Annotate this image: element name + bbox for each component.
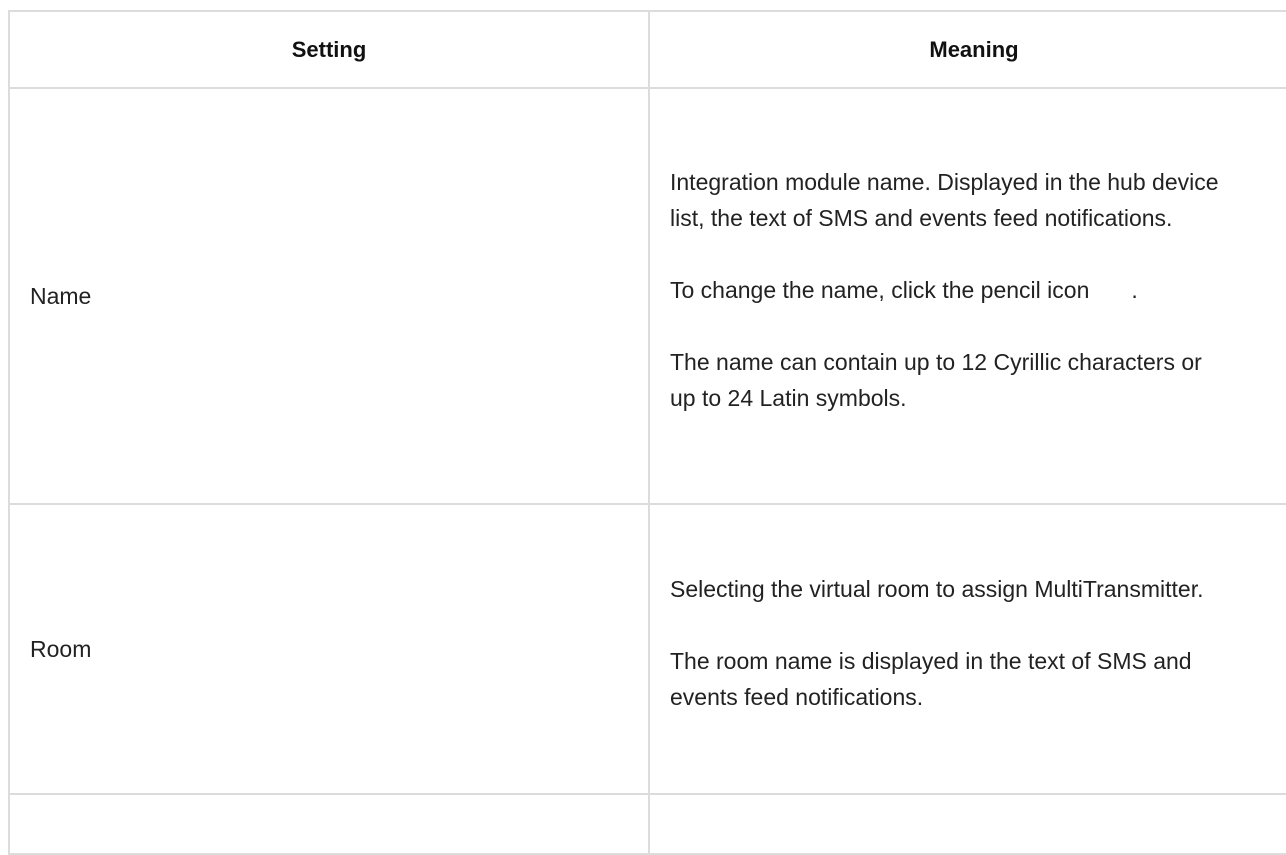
meaning-period: . <box>1131 277 1138 303</box>
meaning-text: To change the name, click the pencil ico… <box>670 277 1090 303</box>
pencil-icon <box>1089 282 1131 302</box>
meaning-paragraph: The room name is displayed in the text o… <box>670 648 1192 710</box>
meaning-paragraph: The name can contain up to 12 Cyrillic c… <box>670 349 1202 411</box>
table-row: Room Selecting the virtual room to assig… <box>8 503 1286 795</box>
meaning-paragraph: To change the name, click the pencil ico… <box>670 272 1230 308</box>
settings-table-container: Setting Meaning Name Integration module … <box>8 10 1286 855</box>
table-header-row: Setting Meaning <box>8 10 1286 89</box>
setting-room-cell: Room <box>8 503 650 795</box>
meaning-empty-cell <box>648 793 1286 855</box>
meaning-paragraph: Integration module name. Displayed in th… <box>670 169 1219 231</box>
column-header-meaning: Meaning <box>648 10 1286 89</box>
settings-table: Setting Meaning Name Integration module … <box>8 10 1286 855</box>
meaning-room-cell: Selecting the virtual room to assign Mul… <box>648 503 1286 795</box>
setting-empty-cell <box>8 793 650 855</box>
table-row <box>8 793 1286 855</box>
table-row: Name Integration module name. Displayed … <box>8 87 1286 505</box>
setting-name-cell: Name <box>8 87 650 505</box>
column-header-setting: Setting <box>8 10 650 89</box>
meaning-paragraph: Selecting the virtual room to assign Mul… <box>670 576 1204 602</box>
meaning-name-cell: Integration module name. Displayed in th… <box>648 87 1286 505</box>
